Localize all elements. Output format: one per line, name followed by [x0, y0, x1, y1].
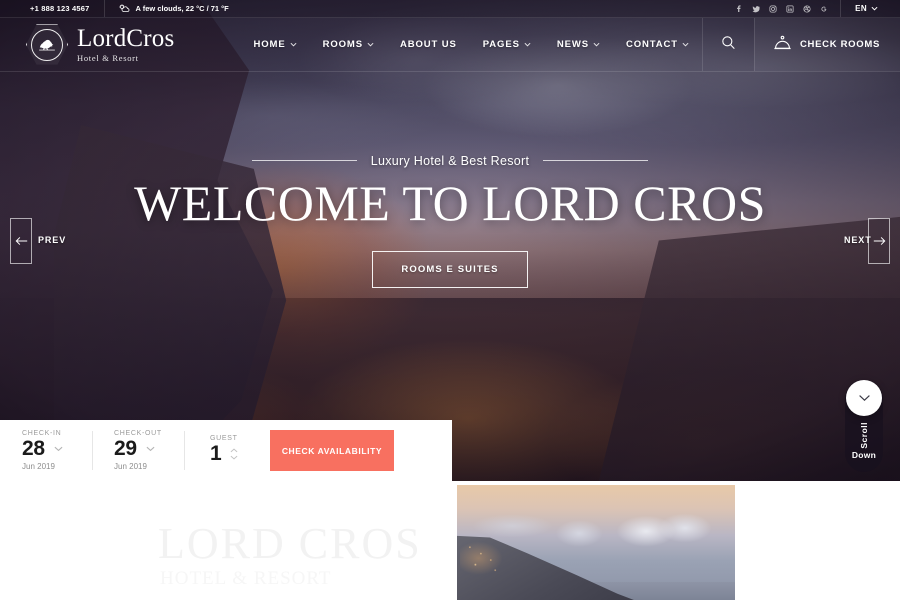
- nav-item-news[interactable]: NEWS: [544, 18, 613, 71]
- guest-label: GUEST: [210, 435, 238, 443]
- nav-list: HOME ROOMS ABOUT US PAGES NEWS CONTACT: [240, 18, 702, 71]
- checkin-day: 28: [22, 436, 45, 460]
- brand-logo[interactable]: LordCros Hotel & Resort: [0, 24, 174, 66]
- check-rooms-label: CHECK ROOMS: [799, 39, 880, 50]
- nav-item-home[interactable]: HOME: [240, 18, 309, 71]
- nav-item-contact[interactable]: CONTACT: [613, 18, 702, 71]
- brand-text: LordCros Hotel & Resort: [77, 26, 174, 63]
- divider-line-left: [251, 160, 357, 161]
- about-section-photo: [457, 485, 735, 600]
- about-section: LORD CROS HOTEL & RESORT: [0, 481, 900, 600]
- checkin-value-row: 28: [22, 436, 82, 460]
- scroll-down-button[interactable]: [846, 380, 882, 416]
- nav-label: HOME: [253, 39, 286, 50]
- nav-label: PAGES: [482, 39, 520, 50]
- quantity-stepper[interactable]: [230, 448, 238, 460]
- divider-line-right: [543, 160, 649, 161]
- guest-value-row: 1: [210, 443, 260, 465]
- linkedin-icon[interactable]: [781, 0, 798, 18]
- chevron-down-icon: [367, 39, 374, 50]
- chevron-down-icon: [290, 39, 297, 50]
- checkout-field[interactable]: CHECK-OUT 29 Jun 2019: [92, 420, 184, 481]
- partly-cloudy-icon: [118, 4, 130, 13]
- guest-count: 1: [210, 442, 222, 466]
- language-label: EN: [855, 4, 867, 13]
- booking-bar: CHECK-IN 28 Jun 2019 CHECK-OUT 29 Jun 20…: [0, 420, 452, 481]
- chevron-down-icon[interactable]: [146, 446, 155, 452]
- main-navigation: HOME ROOMS ABOUT US PAGES NEWS CONTACT C…: [240, 18, 900, 71]
- header-tools: CHECK ROOMS: [701, 18, 900, 71]
- rooms-suites-button[interactable]: ROOMS E SUITES: [372, 250, 528, 288]
- chevron-down-icon: [682, 39, 689, 50]
- google-plus-icon[interactable]: [815, 0, 832, 18]
- phone-number[interactable]: +1 888 123 4567: [0, 0, 105, 17]
- hero-content: Luxury Hotel & Best Resort WELCOME TO LO…: [0, 0, 900, 481]
- nav-item-rooms[interactable]: ROOMS: [310, 18, 387, 71]
- site-header: LordCros Hotel & Resort HOME ROOMS ABOUT…: [0, 18, 900, 72]
- check-availability-button[interactable]: CHECK AVAILABILITY: [270, 430, 394, 471]
- chevron-down-icon: [524, 39, 531, 50]
- guest-field[interactable]: GUEST 1: [184, 420, 270, 481]
- brand-name: LordCros: [77, 25, 175, 53]
- hero-subtitle-row: Luxury Hotel & Best Resort: [0, 154, 900, 168]
- nav-item-about-us[interactable]: ABOUT US: [387, 18, 470, 71]
- facebook-icon[interactable]: [730, 0, 747, 18]
- checkout-day: 29: [114, 436, 137, 460]
- slider-prev-label: PREV: [38, 235, 67, 246]
- hero-section: +1 888 123 4567 A few clouds, 22 °C / 71…: [0, 0, 900, 481]
- chevron-down-icon[interactable]: [54, 446, 63, 452]
- checkout-label: CHECK-OUT: [114, 429, 162, 437]
- instagram-icon[interactable]: [764, 0, 781, 18]
- chevron-down-icon: [871, 4, 878, 13]
- dribbble-icon[interactable]: [798, 0, 815, 18]
- checkout-month: Jun 2019: [114, 462, 147, 472]
- scroll-label-line1: Scroll: [858, 422, 869, 449]
- social-links: [730, 0, 832, 17]
- arrow-right-icon: [868, 218, 890, 264]
- check-rooms-button[interactable]: CHECK ROOMS: [753, 18, 900, 71]
- search-icon: [721, 35, 736, 55]
- top-bar-right: EN: [730, 0, 900, 17]
- chevron-down-icon: [858, 389, 871, 407]
- weather-text: A few clouds, 22 °C / 71 °F: [135, 4, 229, 13]
- weather-info: A few clouds, 22 °C / 71 °F: [105, 0, 243, 17]
- brand-tagline: Hotel & Resort: [77, 53, 139, 64]
- scroll-labels: Scroll Down: [852, 422, 876, 460]
- slider-next-button[interactable]: NEXT: [844, 218, 890, 264]
- search-button[interactable]: [701, 18, 754, 71]
- nav-label: ABOUT US: [399, 39, 457, 50]
- section-subheading: HOTEL & RESORT: [160, 568, 332, 589]
- service-bell-icon: [773, 34, 792, 56]
- nav-label: CONTACT: [625, 39, 678, 50]
- scroll-label-line2: Down: [851, 449, 877, 460]
- checkin-month: Jun 2019: [22, 462, 55, 472]
- lion-crest-icon: [26, 24, 68, 66]
- nav-label: NEWS: [556, 39, 589, 50]
- checkout-value-row: 29: [114, 436, 174, 460]
- slider-prev-button[interactable]: PREV: [10, 218, 67, 264]
- hero-title: WELCOME TO LORD CROS: [134, 174, 766, 231]
- twitter-icon[interactable]: [747, 0, 764, 18]
- top-bar-left: +1 888 123 4567 A few clouds, 22 °C / 71…: [0, 0, 243, 17]
- slider-next-label: NEXT: [844, 235, 872, 246]
- arrow-left-icon: [10, 218, 32, 264]
- top-bar: +1 888 123 4567 A few clouds, 22 °C / 71…: [0, 0, 900, 18]
- nav-label: ROOMS: [322, 39, 363, 50]
- checkin-label: CHECK-IN: [22, 429, 62, 437]
- chevron-down-icon: [593, 39, 600, 50]
- section-watermark: LORD CROS: [158, 519, 422, 568]
- hero-subtitle: Luxury Hotel & Best Resort: [370, 153, 530, 168]
- scroll-down-widget[interactable]: Scroll Down: [838, 380, 890, 472]
- language-selector[interactable]: EN: [840, 0, 878, 17]
- checkin-field[interactable]: CHECK-IN 28 Jun 2019: [0, 420, 92, 481]
- nav-item-pages[interactable]: PAGES: [470, 18, 544, 71]
